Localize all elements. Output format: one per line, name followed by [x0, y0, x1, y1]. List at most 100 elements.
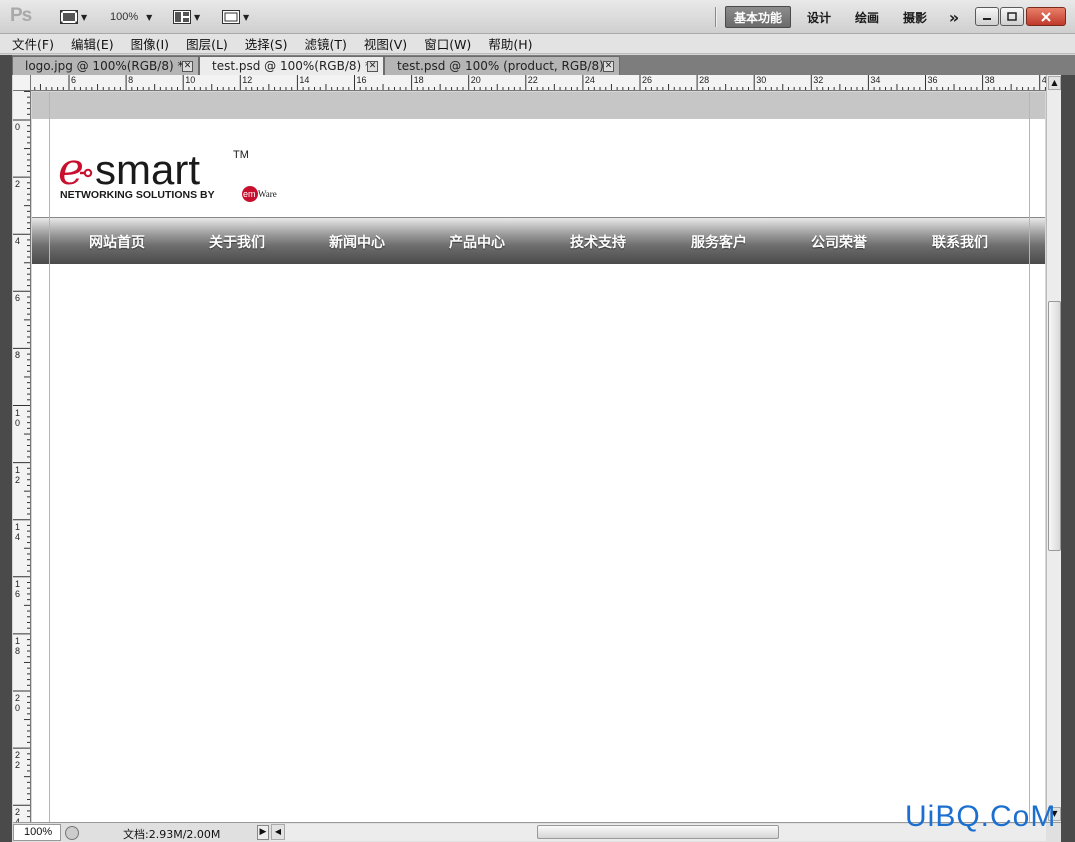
vertical-ruler[interactable]: 024681012141618202224 — [13, 91, 31, 822]
screen-mode-icon — [222, 10, 240, 24]
restore-icon — [1007, 12, 1017, 21]
ruler-label: 8 — [128, 75, 134, 85]
zoom-level-dropdown[interactable]: 100% ▼ — [110, 8, 152, 26]
nav-item-service[interactable]: 服务客户 — [691, 232, 747, 252]
scroll-up-button[interactable]: ▲ — [1048, 76, 1061, 90]
site-navigation-bar: 网站首页 关于我们 新闻中心 产品中心 技术支持 服务客户 公司荣誉 联系我们 — [32, 217, 1045, 264]
maximize-button[interactable] — [1000, 7, 1024, 26]
ruler-label: 22 — [15, 750, 21, 771]
ruler-label: 12 — [15, 464, 21, 485]
tab-label: test.psd @ 100%(RGB/8) * — [212, 59, 372, 73]
close-window-button[interactable] — [1026, 7, 1066, 26]
menu-select[interactable]: 选择(S) — [245, 34, 288, 53]
vertical-scrollbar[interactable]: ▲ ▼ — [1046, 75, 1061, 823]
svg-text:em: em — [243, 189, 256, 199]
left-guide-line[interactable] — [49, 92, 50, 822]
ruler-label: 6 — [71, 75, 77, 85]
svg-text:e: e — [58, 146, 84, 195]
horizontal-ruler[interactable]: 6810121416182022242628303234363840 — [31, 75, 1046, 91]
ruler-label: 14 — [15, 521, 21, 542]
ruler-label: 10 — [185, 75, 196, 85]
workspace-essentials[interactable]: 基本功能 — [725, 6, 791, 28]
chevron-down-icon: ▼ — [243, 12, 250, 22]
ruler-label: 18 — [15, 635, 21, 656]
ruler-label: 10 — [15, 407, 21, 428]
svg-text:Ware: Ware — [258, 189, 277, 199]
document-size-text: 文档:2.93M/2.00M — [123, 828, 221, 841]
status-bar: 100% 文档:2.93M/2.00M ▶ ◀ — [13, 822, 1061, 842]
svg-text:smart: smart — [95, 146, 200, 193]
status-zoom-field[interactable]: 100% — [13, 824, 61, 841]
ruler-label: 24 — [15, 807, 21, 822]
minimize-button[interactable] — [975, 7, 999, 26]
screen-mode-button[interactable]: ▼ — [222, 8, 249, 26]
document-tab-bar: logo.jpg @ 100%(RGB/8) * ✕ test.psd @ 10… — [12, 55, 1075, 75]
workspace-painting[interactable]: 绘画 — [845, 6, 889, 28]
application-bar: Ps ▼ 100% ▼ ▼ ▼ 基本功能 设计 绘画 摄影 » — [0, 0, 1075, 34]
menu-layer[interactable]: 图层(L) — [186, 34, 228, 53]
film-strip-icon — [60, 10, 78, 24]
more-workspaces-button[interactable]: » — [941, 6, 967, 28]
menu-bar: 文件(F) 编辑(E) 图像(I) 图层(L) 选择(S) 滤镜(T) 视图(V… — [0, 34, 1075, 54]
menu-window[interactable]: 窗口(W) — [424, 34, 471, 53]
left-panel-edge — [0, 55, 12, 842]
vertical-scroll-thumb[interactable] — [1048, 301, 1061, 551]
workspace-design[interactable]: 设计 — [797, 6, 841, 28]
trademark-text: TM — [233, 149, 249, 161]
ruler-label: 20 — [470, 75, 481, 85]
menu-image[interactable]: 图像(I) — [131, 34, 169, 53]
nav-item-news[interactable]: 新闻中心 — [329, 232, 385, 252]
arrange-grid-icon — [173, 10, 191, 24]
menu-filter[interactable]: 滤镜(T) — [304, 34, 346, 53]
nav-item-honors[interactable]: 公司荣誉 — [811, 232, 867, 252]
status-menu-arrow[interactable]: ▶ — [257, 825, 269, 840]
tab-test-psd-product[interactable]: test.psd @ 100% (product, RGB/8) * ✕ — [384, 56, 620, 75]
menu-help[interactable]: 帮助(H) — [488, 34, 532, 53]
logo-tagline: NETWORKING SOLUTIONS BY — [60, 189, 215, 201]
nav-item-support[interactable]: 技术支持 — [570, 232, 626, 252]
arrange-documents-button[interactable]: ▼ — [173, 8, 200, 26]
horizontal-ruler-ticks — [34, 75, 1046, 90]
nav-item-contact[interactable]: 联系我们 — [932, 232, 988, 252]
ruler-label: 34 — [870, 75, 881, 85]
site-watermark: UiBQ.CoM — [905, 800, 1057, 833]
photoshop-window: Ps ▼ 100% ▼ ▼ ▼ 基本功能 设计 绘画 摄影 » 文件(F) 编辑… — [0, 0, 1075, 842]
esmart-logo-graphic: e smart TM NETWORKING SOLUTIONS BY em Wa… — [58, 144, 277, 202]
close-icon — [1041, 11, 1051, 22]
ruler-label: 16 — [356, 75, 367, 85]
ruler-label: 30 — [756, 75, 767, 85]
toolbar-divider — [715, 7, 717, 27]
close-tab-icon[interactable]: ✕ — [367, 61, 378, 72]
menu-view[interactable]: 视图(V) — [364, 34, 407, 53]
nav-item-products[interactable]: 产品中心 — [449, 232, 505, 252]
ruler-label: 38 — [984, 75, 995, 85]
launch-bridge-button[interactable]: ▼ — [60, 8, 87, 26]
ruler-label: 0 — [15, 122, 21, 132]
document-canvas[interactable]: e smart TM NETWORKING SOLUTIONS BY em Wa… — [32, 92, 1045, 822]
tab-logo-jpg[interactable]: logo.jpg @ 100%(RGB/8) * ✕ — [12, 56, 199, 75]
document-info-icon[interactable] — [65, 826, 79, 840]
close-tab-icon[interactable]: ✕ — [182, 61, 193, 72]
ruler-origin[interactable] — [13, 75, 31, 91]
tab-test-psd[interactable]: test.psd @ 100%(RGB/8) * ✕ — [199, 56, 384, 75]
ruler-label: 32 — [813, 75, 824, 85]
right-guide-line[interactable] — [1029, 92, 1030, 822]
ruler-label: 6 — [15, 293, 21, 304]
workspace-photography[interactable]: 摄影 — [893, 6, 937, 28]
menu-file[interactable]: 文件(F) — [12, 34, 54, 53]
horizontal-scroll-thumb[interactable] — [537, 825, 779, 839]
ruler-label: 8 — [15, 350, 21, 361]
ruler-label: 28 — [699, 75, 710, 85]
ruler-label: 20 — [15, 693, 21, 713]
ruler-label: 36 — [927, 75, 938, 85]
ruler-label: 18 — [413, 75, 424, 85]
close-tab-icon[interactable]: ✕ — [603, 61, 614, 72]
esmart-logo: e smart TM NETWORKING SOLUTIONS BY em Wa… — [58, 144, 288, 205]
tab-label: logo.jpg @ 100%(RGB/8) * — [25, 59, 184, 73]
menu-edit[interactable]: 编辑(E) — [71, 34, 114, 53]
nav-item-about[interactable]: 关于我们 — [209, 232, 265, 252]
scroll-left-button[interactable]: ◀ — [271, 824, 285, 840]
nav-item-home[interactable]: 网站首页 — [89, 232, 145, 252]
ruler-label: 16 — [15, 578, 21, 599]
chevron-down-icon: ▼ — [194, 12, 201, 22]
